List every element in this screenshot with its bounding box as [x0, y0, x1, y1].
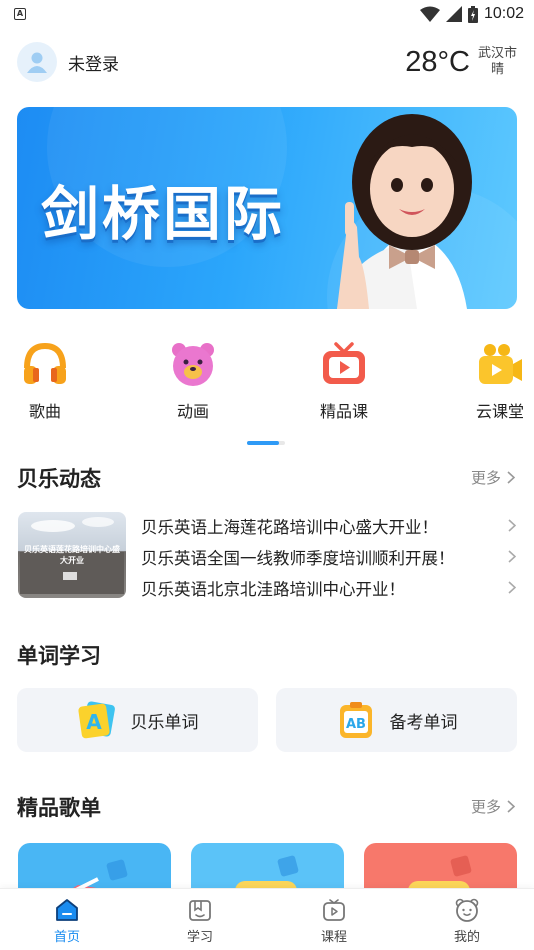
news-item-text: 贝乐英语上海莲花路培训中心盛大开业！: [141, 517, 438, 537]
tab-label: 学习: [186, 930, 213, 945]
bear-face-icon: [455, 898, 479, 922]
word-card-label: 备考单词: [389, 712, 458, 733]
city-text: 武汉市: [477, 46, 517, 61]
category-row: 歌曲 动画 精品课 云课堂: [0, 340, 534, 422]
news-item-text: 贝乐英语全国一线教师季度培训顺利开展！: [141, 548, 455, 568]
user-icon: [27, 52, 47, 73]
word-card-label: 贝乐单词: [130, 712, 199, 733]
category-label: 歌曲: [28, 402, 61, 421]
header: 未登录 28°C 武汉市 晴: [17, 40, 517, 84]
news-item[interactable]: 贝乐英语北京北洼路培训中心开业！: [141, 572, 516, 603]
cellular-signal-icon: [445, 6, 462, 22]
playlist-more-link[interactable]: 更多: [471, 796, 515, 817]
category-pager-indicator: [247, 441, 285, 445]
chevron-right-icon: [508, 550, 516, 563]
promo-banner[interactable]: 剑桥国际: [17, 107, 517, 309]
home-screen: A 10:02 未登录 28°C 武汉市 晴 剑桥国际 歌曲 动画 精品课 云课…: [0, 0, 534, 950]
chevron-right-icon: [507, 471, 515, 484]
word-card-beile[interactable]: A 贝乐单词: [17, 688, 258, 752]
tab-mine[interactable]: 我的: [437, 897, 497, 945]
bear-icon: [172, 343, 214, 386]
tab-label: 我的: [453, 930, 480, 945]
avatar[interactable]: [17, 42, 57, 82]
headphones-icon: [24, 342, 66, 384]
tab-study[interactable]: 学习: [170, 897, 230, 945]
status-bar: A 10:02: [0, 0, 534, 28]
news-item-text: 贝乐英语北京北洼路培训中心开业！: [141, 579, 405, 599]
svg-text:AB: AB: [346, 717, 366, 732]
temperature-text: 28°C: [405, 45, 470, 78]
news-thumbnail[interactable]: 贝乐英语莲花路培训中心盛大开业: [18, 512, 126, 598]
tab-courses[interactable]: 课程: [304, 897, 364, 945]
tab-label: 课程: [320, 930, 347, 945]
svg-text:A: A: [86, 710, 102, 734]
weather-widget: 28°C 武汉市 晴: [405, 46, 517, 79]
words-section-title: 单词学习: [17, 644, 101, 668]
login-status-text[interactable]: 未登录: [68, 50, 119, 75]
bottom-tab-bar: 首页 学习 课程 我的: [0, 888, 534, 950]
more-label: 更多: [470, 469, 501, 487]
chevron-right-icon: [507, 800, 515, 813]
tab-home[interactable]: 首页: [37, 897, 97, 945]
camera-icon: [479, 344, 522, 384]
weather-text: 晴: [490, 62, 504, 77]
more-label: 更多: [470, 798, 501, 816]
wifi-icon: [419, 6, 440, 22]
news-thumbnail-caption: 贝乐英语莲花路培训中心盛大开业: [24, 545, 120, 565]
home-icon: [56, 899, 78, 921]
letter-a-card-icon: A: [77, 701, 115, 739]
chevron-right-icon: [508, 581, 516, 594]
banner-girl-illustration: [337, 114, 472, 309]
notification-a-icon: A: [14, 8, 26, 20]
category-label: 云课堂: [475, 402, 524, 421]
book-icon: [189, 900, 211, 921]
category-label: 动画: [176, 402, 209, 421]
news-item[interactable]: 贝乐英语全国一线教师季度培训顺利开展！: [141, 541, 516, 572]
clock-text: 10:02: [483, 5, 524, 22]
banner-title: 剑桥国际: [41, 180, 286, 248]
category-animation[interactable]: 动画: [153, 340, 233, 422]
play-icon: [323, 899, 345, 921]
news-section-title: 贝乐动态: [17, 467, 101, 491]
category-songs[interactable]: 歌曲: [5, 340, 85, 422]
chevron-right-icon: [508, 519, 516, 532]
tab-label: 首页: [53, 930, 80, 945]
ab-clipboard-icon: AB: [339, 702, 372, 738]
category-label: 精品课: [319, 402, 368, 421]
category-cloud-class[interactable]: 云课堂: [460, 340, 534, 422]
battery-icon: [467, 5, 478, 23]
playlist-section-title: 精品歌单: [17, 796, 101, 820]
category-premium-course[interactable]: 精品课: [304, 340, 384, 422]
news-item[interactable]: 贝乐英语上海莲花路培训中心盛大开业！: [141, 510, 516, 541]
news-list: 贝乐英语上海莲花路培训中心盛大开业！ 贝乐英语全国一线教师季度培训顺利开展！ 贝…: [141, 510, 516, 603]
news-more-link[interactable]: 更多: [471, 467, 515, 488]
word-card-exam[interactable]: AB 备考单词: [276, 688, 517, 752]
tv-icon: [323, 342, 365, 384]
